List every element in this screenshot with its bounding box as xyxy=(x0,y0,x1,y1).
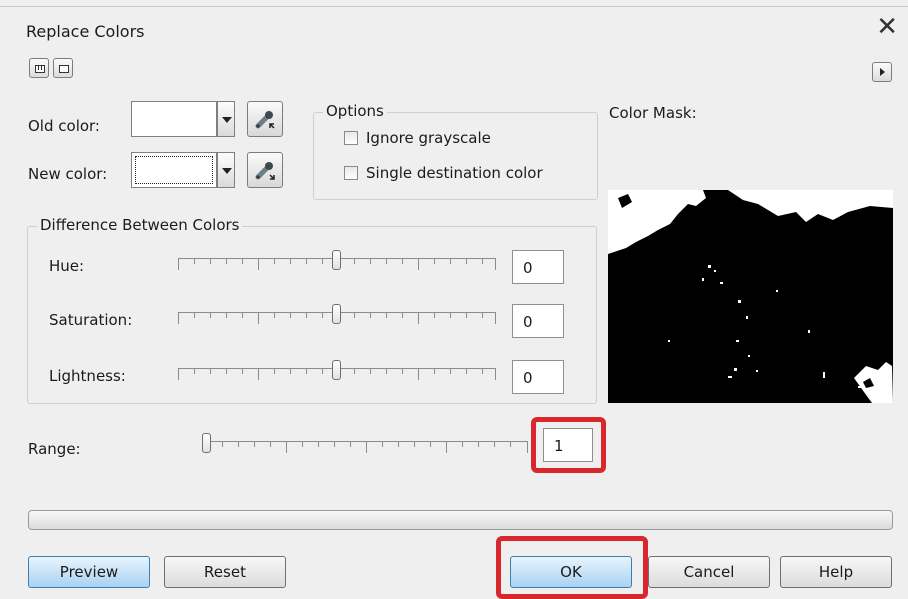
color-mask-image xyxy=(608,190,893,403)
color-mask-label: Color Mask: xyxy=(609,104,697,122)
hue-slider-thumb[interactable] xyxy=(332,250,341,270)
lightness-value-input[interactable]: 0 xyxy=(512,360,564,394)
single-destination-checkbox[interactable] xyxy=(344,166,358,180)
title-bar-divider xyxy=(0,6,908,7)
lightness-slider[interactable] xyxy=(178,360,496,388)
saturation-slider-thumb[interactable] xyxy=(332,304,341,324)
split-view-icon xyxy=(35,65,45,73)
window-title: Replace Colors xyxy=(26,22,145,41)
old-color-swatch[interactable] xyxy=(131,101,217,137)
eyedropper-icon xyxy=(255,111,275,129)
single-view-button[interactable] xyxy=(53,58,73,78)
new-color-label: New color: xyxy=(28,165,108,183)
saturation-label: Saturation: xyxy=(49,311,133,329)
difference-group-label: Difference Between Colors xyxy=(37,216,243,234)
preview-button[interactable]: Preview xyxy=(28,556,150,588)
range-label: Range: xyxy=(28,440,81,458)
hue-slider[interactable] xyxy=(178,250,496,278)
new-color-swatch[interactable] xyxy=(131,152,217,188)
split-view-button[interactable] xyxy=(29,58,49,78)
help-button[interactable]: Help xyxy=(780,556,892,588)
single-destination-label: Single destination color xyxy=(366,164,543,182)
saturation-slider[interactable] xyxy=(178,304,496,332)
ok-button[interactable]: OK xyxy=(510,556,632,588)
new-color-eyedropper-button[interactable] xyxy=(247,152,283,188)
options-group-label: Options xyxy=(323,102,387,120)
old-color-eyedropper-button[interactable] xyxy=(247,101,283,137)
lightness-label: Lightness: xyxy=(49,367,126,385)
reset-button[interactable]: Reset xyxy=(164,556,286,588)
saturation-value-input[interactable]: 0 xyxy=(512,304,564,338)
single-view-icon xyxy=(59,65,69,73)
hue-value-input[interactable]: 0 xyxy=(512,250,564,284)
options-group xyxy=(313,112,598,200)
range-slider-thumb[interactable] xyxy=(202,433,211,453)
close-icon[interactable]: ✕ xyxy=(876,14,898,40)
ignore-grayscale-label: Ignore grayscale xyxy=(366,129,491,147)
range-slider[interactable] xyxy=(202,433,528,461)
eyedropper-icon xyxy=(255,162,275,180)
expand-arrow-icon xyxy=(880,68,885,76)
hue-label: Hue: xyxy=(49,257,85,275)
ignore-grayscale-checkbox[interactable] xyxy=(344,131,358,145)
cancel-button[interactable]: Cancel xyxy=(648,556,770,588)
old-color-label: Old color: xyxy=(28,117,100,135)
expand-button[interactable] xyxy=(872,62,892,82)
new-color-dropdown-arrow[interactable] xyxy=(217,152,235,188)
old-color-dropdown-arrow[interactable] xyxy=(217,101,235,137)
progress-bar xyxy=(28,510,893,530)
lightness-slider-thumb[interactable] xyxy=(332,360,341,380)
color-mask-preview xyxy=(608,190,893,403)
range-value-input[interactable]: 1 xyxy=(543,428,593,462)
